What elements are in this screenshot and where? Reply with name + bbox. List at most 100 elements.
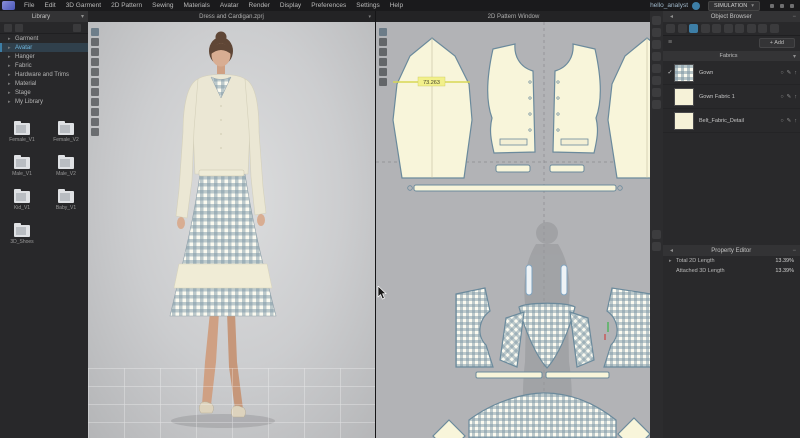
add-point-icon[interactable]: [379, 48, 387, 56]
refresh-icon[interactable]: [15, 23, 23, 32]
pattern-bodice-front-left[interactable]: [487, 43, 536, 154]
modular-icon[interactable]: [652, 76, 661, 85]
edit-icon[interactable]: ✎: [787, 118, 792, 124]
menu-2d-pattern[interactable]: 2D Pattern: [106, 2, 147, 9]
2d-pattern-window[interactable]: 2D Pattern Window 73.263: [375, 11, 651, 438]
pattern-sleeve-left[interactable]: 73.263: [392, 37, 473, 179]
simulation-mode-dropdown[interactable]: SIMULATION ▾: [708, 0, 760, 11]
window-control-icon[interactable]: [770, 3, 774, 8]
menu-help[interactable]: Help: [385, 2, 408, 9]
tab-scene[interactable]: [666, 24, 675, 33]
library-item-my-library[interactable]: ▸ My Library: [0, 97, 88, 106]
pattern-welt-left[interactable]: [495, 164, 531, 173]
texture-tool-icon[interactable]: [91, 88, 99, 96]
menu-file[interactable]: File: [19, 2, 39, 9]
tab-piping[interactable]: [758, 24, 767, 33]
library-folder[interactable]: Baby_V1: [48, 189, 84, 211]
menu-avatar[interactable]: Avatar: [215, 2, 244, 9]
upload-icon[interactable]: ↑: [794, 70, 797, 76]
zoom-tool-icon[interactable]: [91, 48, 99, 56]
property-row-total-2d-length[interactable]: ▸ Total 2D Length 13.39%: [663, 256, 800, 266]
list-icon[interactable]: ≡: [668, 39, 672, 46]
simulate-tool-icon[interactable]: [91, 128, 99, 136]
menu-edit[interactable]: Edit: [39, 2, 60, 9]
fabric-row[interactable]: ✓ Gown ○ ✎ ↑: [663, 61, 800, 85]
pattern-waistband-left[interactable]: [475, 371, 543, 379]
pattern-dress-back-left[interactable]: [455, 287, 494, 368]
colorway-icon[interactable]: [652, 52, 661, 61]
edit-pattern-icon[interactable]: [379, 38, 387, 46]
refresh-icon[interactable]: ○: [780, 118, 783, 124]
library-folder[interactable]: Male_V1: [4, 155, 40, 177]
tab-button[interactable]: [700, 24, 710, 33]
user-avatar[interactable]: [692, 1, 701, 10]
property-row-attached-3d-length[interactable]: Attached 3D Length 13.39%: [663, 266, 800, 276]
pattern-belt-strip[interactable]: [407, 184, 623, 192]
3d-toolbar[interactable]: [91, 28, 99, 138]
collapse-icon[interactable]: −: [792, 248, 796, 254]
property-pin-icon[interactable]: [652, 230, 661, 239]
history-icon[interactable]: [652, 28, 661, 37]
pattern-skirt-panel[interactable]: [468, 392, 617, 438]
library-folder[interactable]: Kid_V1: [4, 189, 40, 211]
refresh-icon[interactable]: ○: [780, 94, 783, 100]
pattern-bodice-front-right[interactable]: [552, 43, 601, 154]
menu-render[interactable]: Render: [244, 2, 275, 9]
menu-3d-garment[interactable]: 3D Garment: [61, 2, 106, 9]
upload-icon[interactable]: ↑: [794, 94, 797, 100]
dress-belt[interactable]: [198, 169, 245, 177]
menu-materials[interactable]: Materials: [179, 2, 215, 9]
expander-icon[interactable]: ▸: [669, 258, 676, 264]
menu-settings[interactable]: Settings: [351, 2, 385, 9]
pattern-diamond-left[interactable]: [432, 419, 466, 438]
rectangle-tool-icon[interactable]: [379, 68, 387, 76]
menu-sewing[interactable]: Sewing: [147, 2, 178, 9]
menu-display[interactable]: Display: [275, 2, 306, 9]
object-browser-icon[interactable]: [652, 16, 661, 25]
pattern-sleeve-right[interactable]: [607, 37, 651, 179]
display-tool-icon[interactable]: [91, 118, 99, 126]
fabric-row[interactable]: Gown Fabric 1 ○ ✎ ↑: [663, 85, 800, 109]
pattern-waistband-right[interactable]: [545, 371, 610, 379]
upload-icon[interactable]: ↑: [794, 118, 797, 124]
fabrics-section-header[interactable]: Fabrics ▾: [663, 51, 800, 61]
fabric-swatch-gingham[interactable]: [674, 63, 694, 82]
window-control-icon[interactable]: [790, 3, 794, 8]
select-tool-icon[interactable]: [91, 28, 99, 36]
tab-puckering[interactable]: [735, 24, 744, 33]
library-item-stage[interactable]: ▸ Stage: [0, 88, 88, 97]
property-lock-icon[interactable]: [652, 242, 661, 251]
add-fabric-button[interactable]: + Add: [758, 37, 795, 48]
pattern-bias-panel-right[interactable]: [569, 311, 595, 368]
fabric-swatch-cream[interactable]: [674, 87, 694, 106]
library-item-garment[interactable]: ▸ Garment: [0, 34, 88, 43]
library-item-hardware-trims[interactable]: ▸ Hardware and Trims: [0, 70, 88, 79]
2d-pattern-viewport[interactable]: 73.263: [376, 22, 651, 438]
print-layout-icon[interactable]: [652, 64, 661, 73]
pan-tool-icon[interactable]: [91, 38, 99, 46]
tab-garment[interactable]: [677, 24, 687, 33]
comment-icon[interactable]: [652, 88, 661, 97]
chevron-down-icon[interactable]: ▾: [368, 14, 371, 20]
menu-preferences[interactable]: Preferences: [306, 2, 351, 9]
fabric-row[interactable]: Belt_Fabric_Detail ○ ✎ ↑: [663, 109, 800, 133]
polygon-tool-icon[interactable]: [379, 58, 387, 66]
pattern-diamond-right[interactable]: [617, 417, 651, 438]
tab-zipper[interactable]: [746, 24, 756, 33]
collapse-section-icon[interactable]: ▾: [793, 53, 796, 60]
tab-topstitch[interactable]: [723, 24, 733, 33]
library-item-material[interactable]: ▸ Material: [0, 79, 88, 88]
dock-icon[interactable]: ▾: [81, 13, 84, 20]
collapse-icon[interactable]: −: [792, 14, 796, 20]
tab-buttonhole[interactable]: [712, 24, 721, 33]
view-mode-icon[interactable]: [73, 23, 81, 32]
library-folder[interactable]: Female_V1: [4, 121, 40, 143]
edit-icon[interactable]: ✎: [787, 94, 792, 100]
pattern-strap-left[interactable]: [525, 264, 533, 296]
fold-tool-icon[interactable]: [91, 108, 99, 116]
library-folder[interactable]: Female_V2: [48, 121, 84, 143]
2d-toolbar[interactable]: [379, 28, 387, 88]
library-item-avatar[interactable]: ▸ Avatar: [0, 43, 88, 52]
dart-tool-icon[interactable]: [379, 78, 387, 86]
layers-icon[interactable]: [652, 40, 661, 49]
